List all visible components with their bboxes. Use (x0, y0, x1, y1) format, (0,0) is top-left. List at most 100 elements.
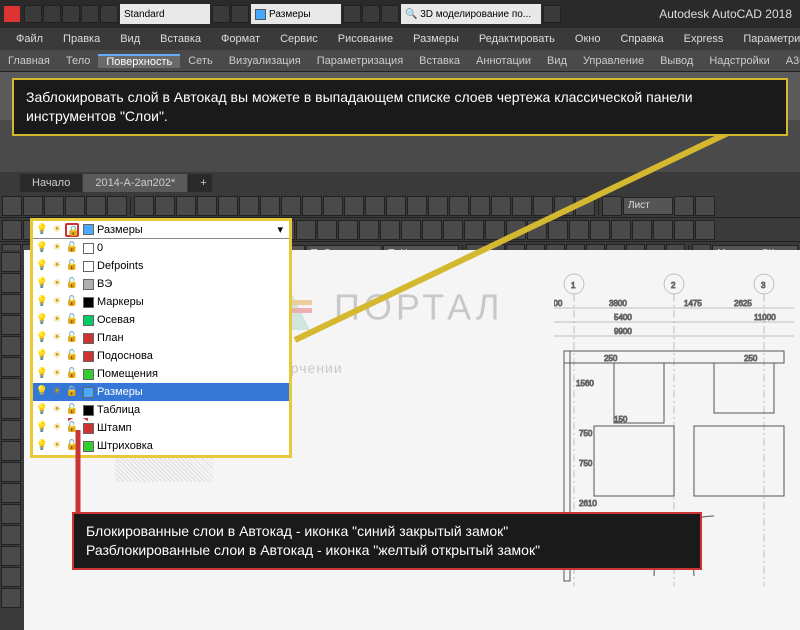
lock-open-icon[interactable]: 🔓 (65, 295, 79, 309)
tool-btn[interactable] (281, 196, 301, 216)
bulb-icon[interactable]: 💡 (35, 295, 49, 309)
tool-btn[interactable] (695, 220, 715, 240)
lock-open-icon[interactable]: 🔓 (65, 259, 79, 273)
tool-btn[interactable] (653, 220, 673, 240)
layer-item[interactable]: 💡☀🔓Помещения (33, 365, 289, 383)
ribbon-tab[interactable]: Сеть (180, 55, 220, 67)
bulb-icon[interactable]: 💡 (35, 241, 49, 255)
layer-color-swatch[interactable] (83, 297, 94, 308)
layer-item[interactable]: 💡☀🔓Подоснова (33, 347, 289, 365)
tool-btn[interactable] (491, 196, 511, 216)
bulb-icon[interactable]: 💡 (35, 421, 49, 435)
layer-color-swatch[interactable] (83, 351, 94, 362)
layer-color-swatch[interactable] (83, 224, 94, 235)
layer-item[interactable]: 💡☀🔓Defpoints (33, 257, 289, 275)
tool-btn[interactable] (632, 220, 652, 240)
qat-btn[interactable] (362, 5, 380, 23)
tool-btn[interactable] (386, 196, 406, 216)
menu-window[interactable]: Окно (565, 33, 611, 45)
ribbon-tab[interactable]: Управление (575, 55, 652, 67)
menu-dimension[interactable]: Размеры (403, 33, 469, 45)
tool-btn[interactable] (1, 525, 21, 545)
qat-btn[interactable] (62, 5, 80, 23)
bulb-icon[interactable]: 💡 (35, 223, 49, 237)
doc-tab-start[interactable]: Начало (20, 174, 82, 192)
text-style-combo[interactable]: Standard (120, 4, 210, 24)
tool-btn[interactable] (380, 220, 400, 240)
layer-color-swatch[interactable] (83, 441, 94, 452)
bulb-icon[interactable]: 💡 (35, 367, 49, 381)
tool-btn[interactable] (1, 336, 21, 356)
layer-item[interactable]: 💡☀🔓Маркеры (33, 293, 289, 311)
qat-btn[interactable] (381, 5, 399, 23)
tool-btn[interactable] (1, 378, 21, 398)
freeze-icon[interactable]: ☀ (50, 313, 64, 327)
ribbon-tab[interactable]: Вид (539, 55, 575, 67)
chevron-down-icon[interactable]: ▾ (277, 223, 287, 236)
menu-insert[interactable]: Вставка (150, 33, 211, 45)
tool-btn[interactable] (1, 483, 21, 503)
menu-tools[interactable]: Сервис (270, 33, 328, 45)
tool-btn[interactable] (569, 220, 589, 240)
tool-btn[interactable] (1, 252, 21, 272)
ribbon-tab[interactable]: Тело (58, 55, 99, 67)
lock-open-icon[interactable]: 🔓 (65, 403, 79, 417)
tool-btn[interactable] (470, 196, 490, 216)
lock-open-icon[interactable]: 🔓 (65, 439, 79, 453)
lock-open-icon[interactable]: 🔓 (65, 331, 79, 345)
layer-color-swatch[interactable] (83, 279, 94, 290)
menu-modify[interactable]: Редактировать (469, 33, 565, 45)
menu-parametric[interactable]: Параметри (733, 33, 800, 45)
freeze-icon[interactable]: ☀ (50, 367, 64, 381)
tool-btn[interactable] (1, 420, 21, 440)
menu-edit[interactable]: Правка (53, 33, 110, 45)
lock-open-icon[interactable]: 🔓 (65, 241, 79, 255)
menu-format[interactable]: Формат (211, 33, 270, 45)
ribbon-tab[interactable]: Параметризация (309, 55, 411, 67)
tool-btn[interactable] (1, 399, 21, 419)
tool-btn[interactable] (611, 220, 631, 240)
layer-item[interactable]: 💡☀🔓ВЭ (33, 275, 289, 293)
layer-item[interactable]: 💡☀🔒Размеры (33, 383, 289, 401)
bulb-icon[interactable]: 💡 (35, 349, 49, 363)
tool-btn[interactable] (44, 196, 64, 216)
menu-draw[interactable]: Рисование (328, 33, 403, 45)
bulb-icon[interactable]: 💡 (35, 259, 49, 273)
tool-btn[interactable] (239, 196, 259, 216)
ribbon-tab[interactable]: Надстройки (701, 55, 777, 67)
tool-btn[interactable] (2, 220, 22, 240)
doc-tab-new[interactable]: + (188, 174, 212, 192)
layer-color-swatch[interactable] (83, 333, 94, 344)
tool-btn[interactable] (548, 220, 568, 240)
tool-btn[interactable] (674, 220, 694, 240)
tool-btn[interactable] (323, 196, 343, 216)
layer-color-swatch[interactable] (83, 243, 94, 254)
tool-btn[interactable] (176, 196, 196, 216)
tool-btn[interactable] (2, 196, 22, 216)
layer-current[interactable]: 💡☀🔒Размеры▾ (33, 221, 289, 239)
qat-btn[interactable] (24, 5, 42, 23)
tool-btn[interactable] (197, 196, 217, 216)
tool-btn[interactable] (1, 504, 21, 524)
tool-btn[interactable] (86, 196, 106, 216)
ribbon-tab[interactable]: Главная (0, 55, 58, 67)
bulb-icon[interactable]: 💡 (35, 331, 49, 345)
tool-btn[interactable] (107, 196, 127, 216)
qat-btn[interactable] (100, 5, 118, 23)
tool-btn[interactable] (590, 220, 610, 240)
tool-btn[interactable] (317, 220, 337, 240)
freeze-icon[interactable]: ☀ (50, 331, 64, 345)
lock-open-icon[interactable]: 🔓 (65, 349, 79, 363)
tool-btn[interactable] (1, 273, 21, 293)
menu-file[interactable]: Файл (6, 33, 53, 45)
tool-btn[interactable] (695, 196, 715, 216)
tool-btn[interactable] (1, 441, 21, 461)
qat-btn[interactable] (343, 5, 361, 23)
freeze-icon[interactable]: ☀ (50, 223, 64, 237)
freeze-icon[interactable]: ☀ (50, 349, 64, 363)
tool-btn[interactable] (359, 220, 379, 240)
ribbon-tab[interactable]: Вставка (411, 55, 468, 67)
freeze-icon[interactable]: ☀ (50, 241, 64, 255)
layer-item[interactable]: 💡☀🔓0 (33, 239, 289, 257)
layer-item[interactable]: 💡☀🔓Таблица (33, 401, 289, 419)
